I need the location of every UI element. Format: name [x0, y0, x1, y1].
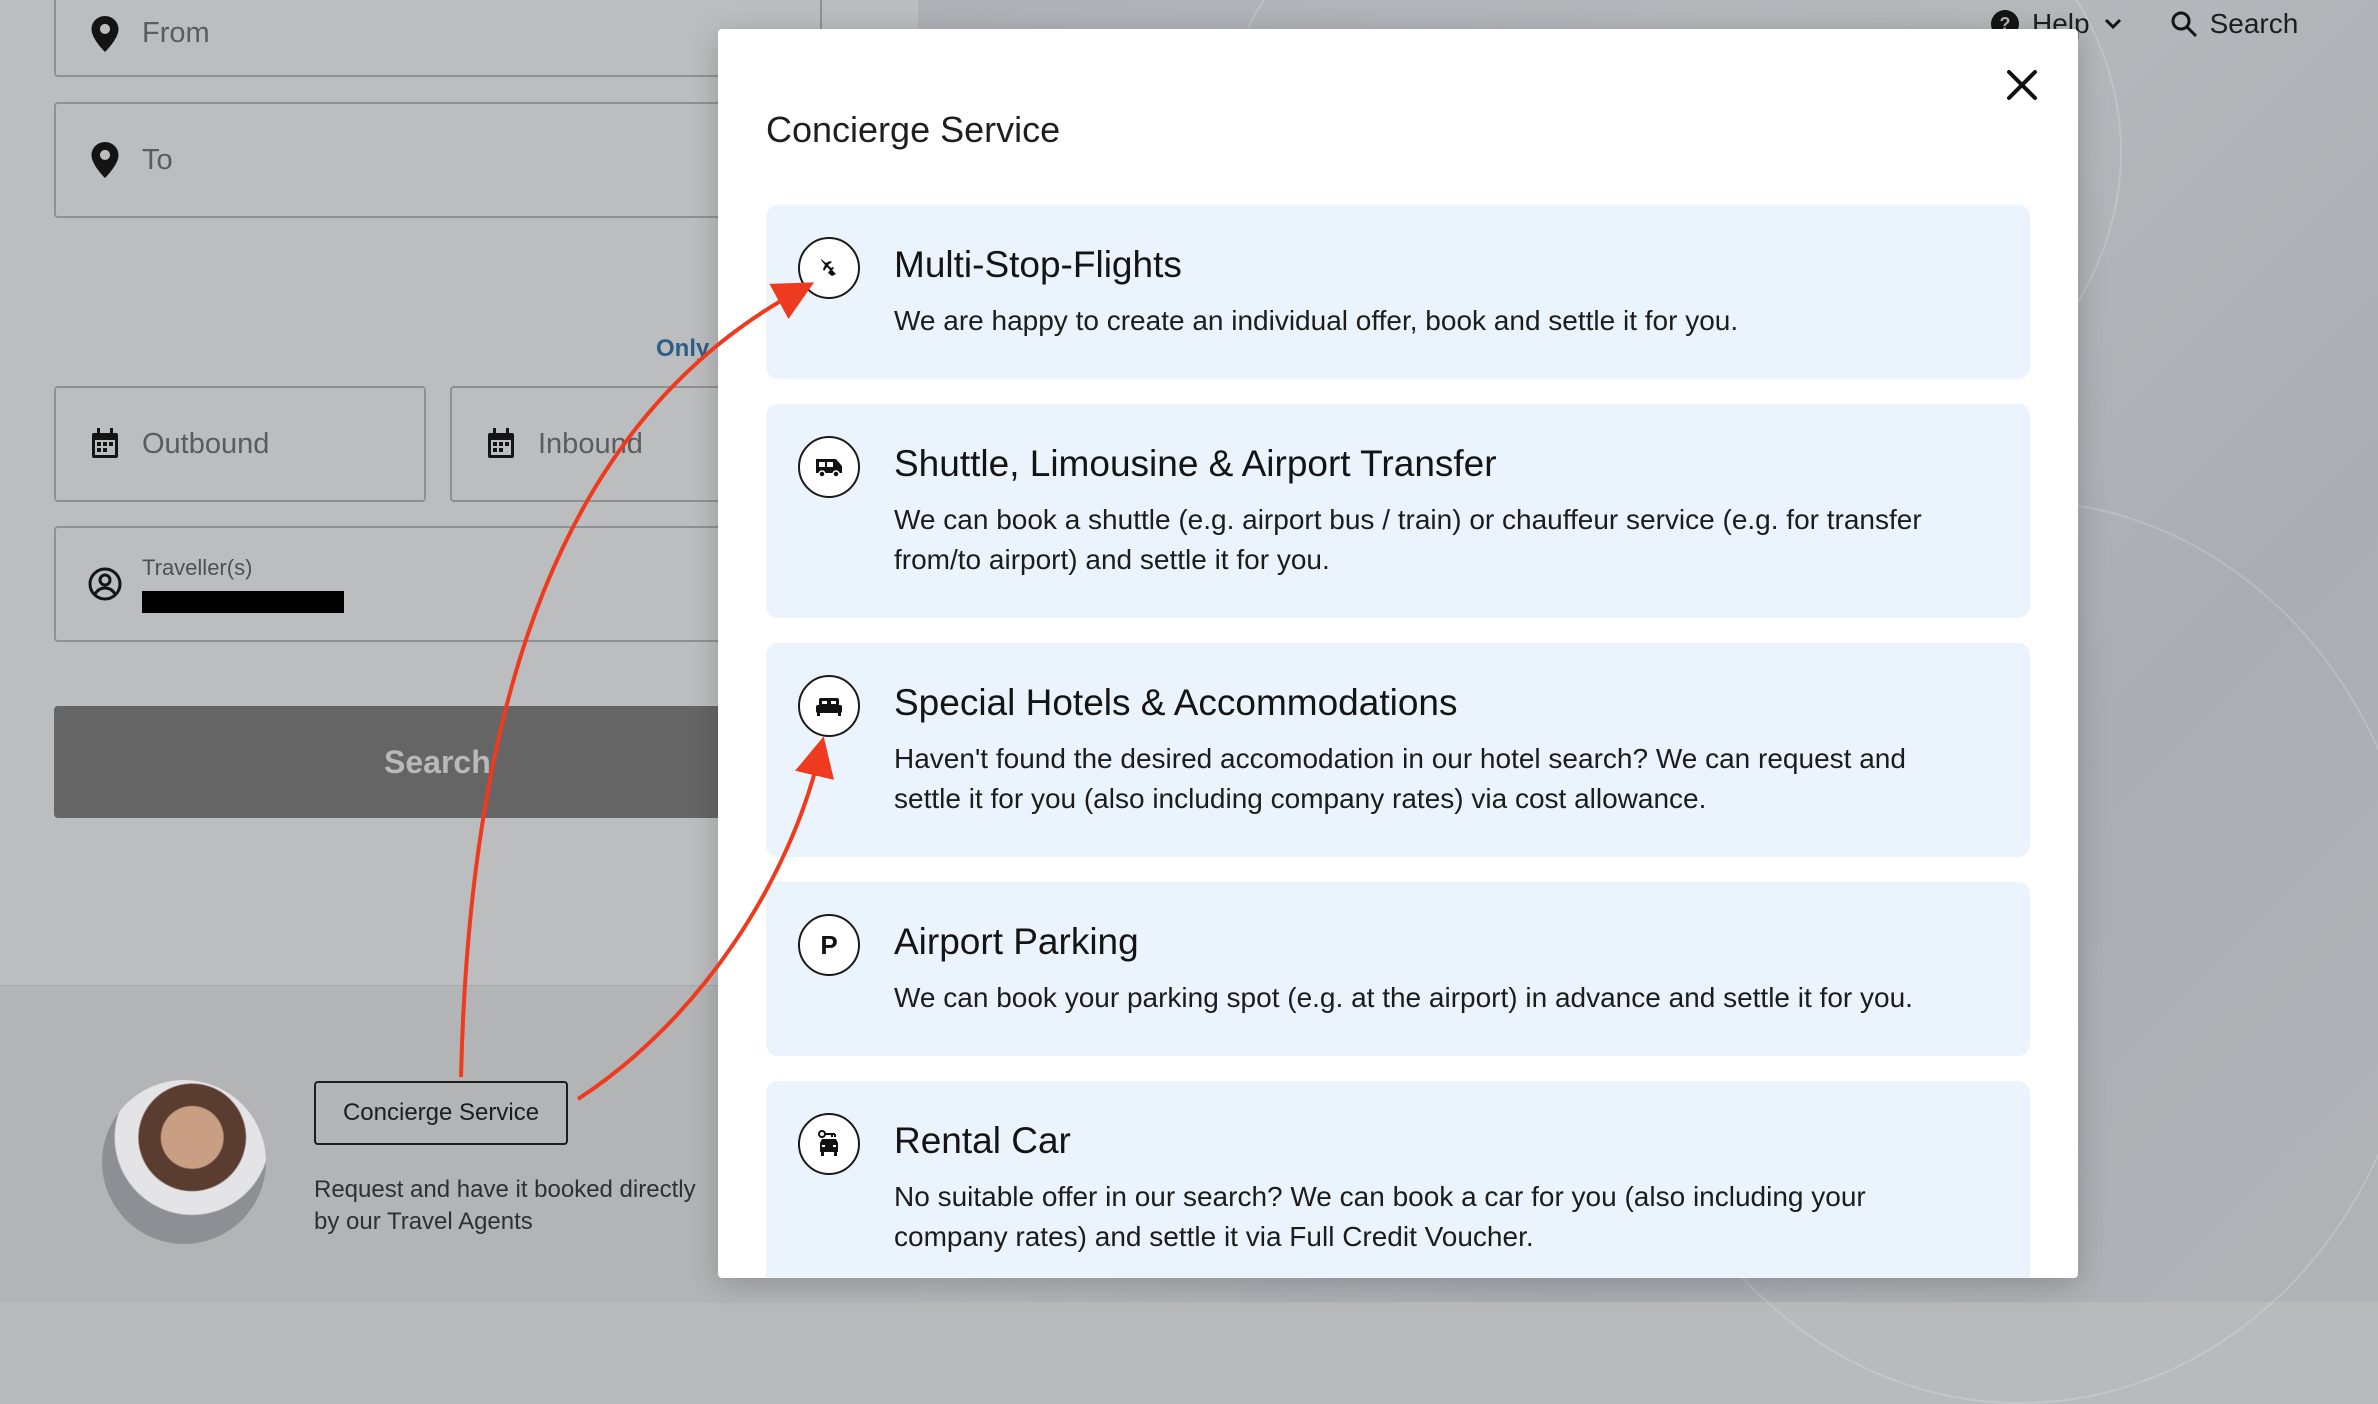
dialog-title: Concierge Service: [766, 109, 1061, 150]
inbound-label: Inbound: [538, 427, 643, 460]
travel-agent-avatar: [102, 1080, 266, 1244]
calendar-icon: [88, 427, 122, 461]
service-list: Multi-Stop-Flights We are happy to creat…: [766, 205, 2030, 1278]
service-title: Rental Car: [894, 1120, 1071, 1161]
from-placeholder: From: [142, 17, 210, 49]
service-description: No suitable offer in our search? We can …: [894, 1181, 1866, 1252]
concierge-service-button[interactable]: Concierge Service: [314, 1081, 568, 1145]
parking-icon: P: [798, 914, 860, 976]
hotel-bed-icon: [798, 675, 860, 737]
service-card-special-hotels[interactable]: Special Hotels & Accommodations Haven't …: [766, 643, 2030, 857]
svg-text:P: P: [820, 931, 837, 959]
service-title: Airport Parking: [894, 921, 1139, 962]
service-title: Special Hotels & Accommodations: [894, 682, 1458, 723]
shuttle-bus-icon: [798, 436, 860, 498]
search-nav-link[interactable]: Search: [2170, 8, 2299, 40]
service-description: We are happy to create an individual off…: [894, 305, 1739, 336]
multi-stop-flight-icon: [798, 237, 860, 299]
search-icon: [2171, 11, 2197, 38]
search-nav-label: Search: [2209, 8, 2299, 39]
outbound-label: Outbound: [142, 427, 270, 460]
service-description: Haven't found the desired accomodation i…: [894, 743, 1906, 814]
location-pin-icon: [88, 15, 122, 52]
close-icon[interactable]: [2002, 65, 2042, 105]
service-title: Shuttle, Limousine & Airport Transfer: [894, 443, 1497, 484]
service-card-rental-car[interactable]: Rental Car No suitable offer in our sear…: [766, 1081, 2030, 1278]
calendar-icon: [484, 427, 518, 461]
outbound-date-field[interactable]: Outbound: [54, 386, 426, 502]
redacted-traveller-value: [142, 591, 344, 613]
service-description: We can book your parking spot (e.g. at t…: [894, 982, 1913, 1013]
rental-car-icon: [798, 1113, 860, 1175]
service-card-airport-parking[interactable]: P Airport Parking We can book your parki…: [766, 882, 2030, 1056]
location-pin-icon: [88, 142, 122, 178]
only-link[interactable]: Only: [656, 335, 709, 363]
service-card-multi-stop-flights[interactable]: Multi-Stop-Flights We are happy to creat…: [766, 205, 2030, 379]
service-description: We can book a shuttle (e.g. airport bus …: [894, 504, 1922, 575]
service-title: Multi-Stop-Flights: [894, 244, 1182, 285]
traveller-label: Traveller(s): [142, 555, 253, 580]
from-field[interactable]: From: [54, 0, 822, 77]
to-placeholder: To: [142, 143, 173, 176]
agent-description: Request and have it booked directly by o…: [314, 1176, 696, 1235]
user-circle-icon: [88, 567, 122, 601]
service-card-shuttle-transfer[interactable]: Shuttle, Limousine & Airport Transfer We…: [766, 404, 2030, 618]
concierge-service-dialog: Concierge Service Multi-Stop-Flights We …: [718, 29, 2078, 1278]
chevron-down-icon: [2104, 18, 2121, 30]
